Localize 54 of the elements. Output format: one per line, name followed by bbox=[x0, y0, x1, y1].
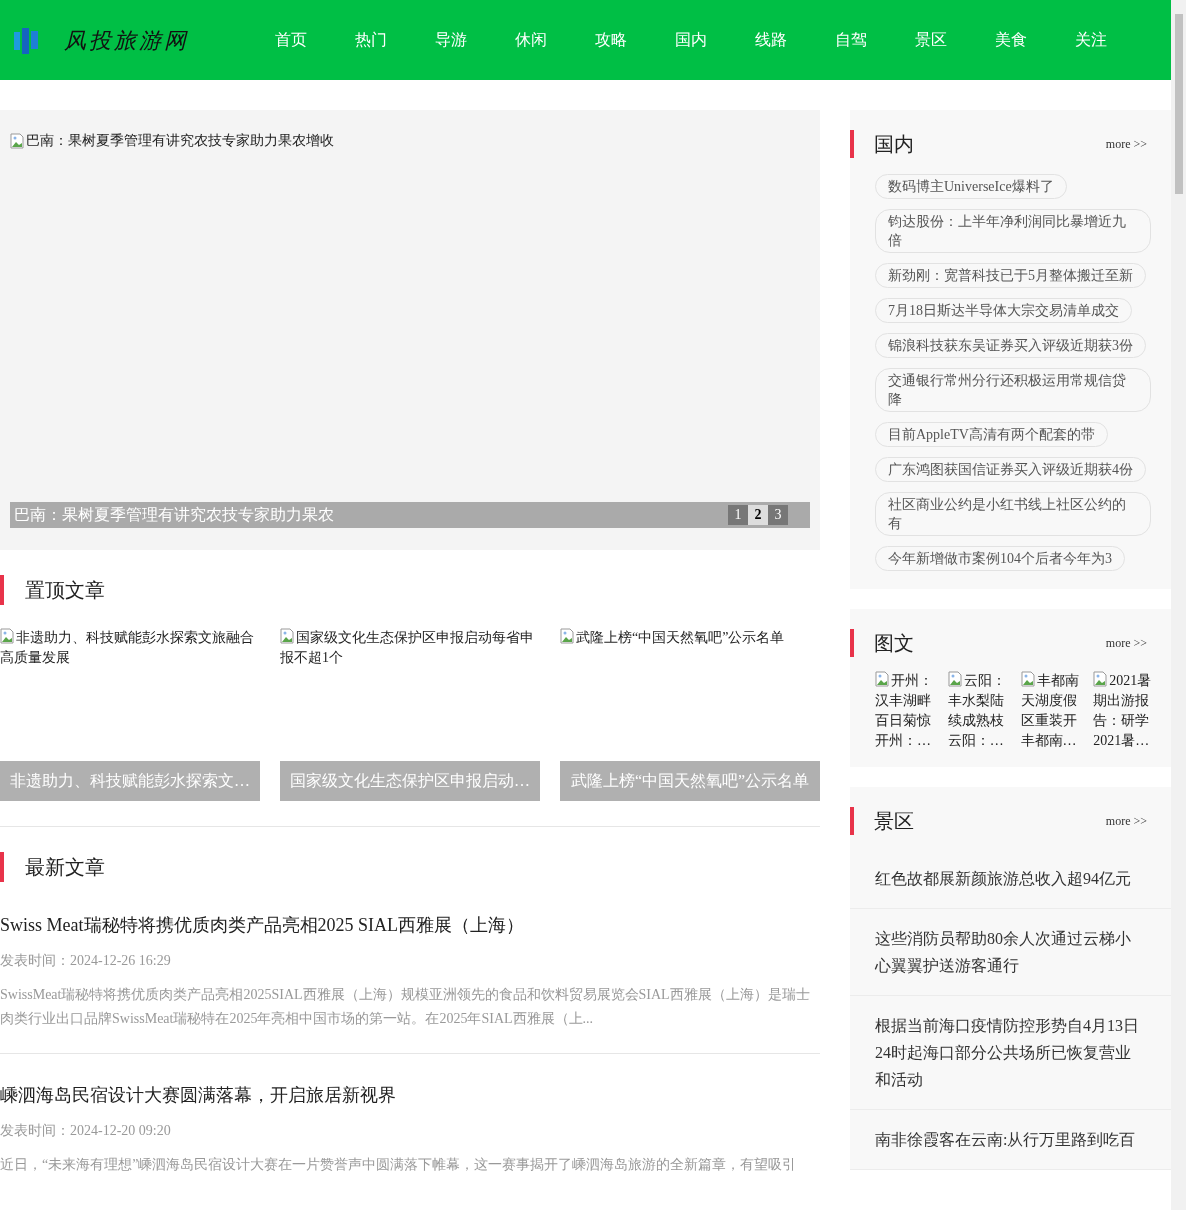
broken-image-icon bbox=[560, 628, 576, 644]
heading-marker bbox=[850, 807, 854, 835]
article-summary: 近日，“未来海有理想”嵊泗海岛民宿设计大赛在一片赞誉声中圆满落下帷幕，这一赛事揭开了嵊泗海岛旅游的全新篇章，有望吸引 bbox=[0, 1156, 798, 1174]
scrollbar[interactable] bbox=[1171, 0, 1186, 1210]
panel-heading: 国内 bbox=[874, 132, 915, 157]
broken-image-icon bbox=[280, 628, 296, 644]
slider-caption: 巴南：果树夏季管理有讲究农技专家助力果农 bbox=[14, 505, 334, 525]
broken-image-alt: 2021暑期出游报告：研学 bbox=[1093, 671, 1153, 730]
gallery-caption[interactable]: 开州：… bbox=[875, 731, 935, 751]
scenic-link[interactable]: 南非徐霞客在云南:从行万里路到吃百 bbox=[875, 1126, 1146, 1153]
scrollbar-thumb[interactable] bbox=[1174, 14, 1183, 194]
broken-image-icon bbox=[875, 671, 891, 687]
logo-icon bbox=[14, 26, 38, 54]
tag-pill[interactable]: 社区商业公约是小红书线上社区公约的有 bbox=[875, 492, 1151, 536]
more-link[interactable]: more >> bbox=[1105, 634, 1147, 652]
slider-page-button[interactable]: 2 bbox=[748, 505, 768, 525]
tag-pill[interactable]: 交通银行常州分行还积极运用常规信贷降 bbox=[875, 368, 1151, 412]
broken-image-alt: 开州：汉丰湖畔百日菊惊 bbox=[875, 671, 934, 730]
slider-page-button[interactable]: 3 bbox=[768, 505, 788, 525]
broken-image-alt: 云阳：丰水梨陆续成熟枝 bbox=[947, 671, 1007, 730]
scenic-link[interactable]: 红色故都展新颜旅游总收入超94亿元 bbox=[875, 865, 1146, 892]
more-link[interactable]: more >> bbox=[1105, 135, 1147, 153]
heading-marker bbox=[850, 629, 854, 657]
gallery-caption[interactable]: 2021暑… bbox=[1093, 731, 1153, 751]
more-link[interactable]: more >> bbox=[1105, 812, 1147, 830]
heading-marker bbox=[0, 852, 4, 882]
broken-image-icon bbox=[947, 671, 964, 687]
broken-image-icon bbox=[10, 132, 26, 149]
broken-image-icon bbox=[1093, 671, 1110, 687]
article-title[interactable]: Swiss Meat瑞秘特将携优质肉类产品亮相2025 SIAL西雅展（上海） bbox=[0, 912, 820, 938]
site-logo[interactable]: 风投旅游网 bbox=[64, 23, 189, 57]
broken-image-alt: 武隆上榜“中国天然氧吧”公示名单 bbox=[560, 628, 820, 648]
gallery-caption[interactable]: 丰都南… bbox=[1020, 731, 1081, 751]
section-heading: 置顶文章 bbox=[25, 578, 105, 603]
broken-image-icon bbox=[1020, 671, 1037, 687]
broken-image-icon bbox=[0, 628, 16, 644]
scenic-link[interactable]: 这些消防员帮助80余人次通过云梯小心翼翼护送游客通行 bbox=[875, 925, 1146, 979]
heading-marker bbox=[0, 575, 4, 605]
panel-heading: 图文 bbox=[874, 631, 915, 656]
broken-image-alt: 巴南：果树夏季管理有讲究农技专家助力果农增收 bbox=[10, 130, 334, 151]
article-title[interactable]: 嵊泗海岛民宿设计大赛圆满落幕，开启旅居新视界 bbox=[0, 1082, 820, 1108]
gallery-caption[interactable]: 云阳：… bbox=[947, 731, 1008, 751]
broken-image-alt: 非遗助力、科技赋能彭水探索文旅融合高质量发展 bbox=[0, 628, 255, 667]
tag-pill[interactable]: 钧达股份：上半年净利润同比暴增近九倍 bbox=[875, 209, 1151, 253]
scenic-link[interactable]: 根据当前海口疫情防控形势自4月13日24时起海口部分公共场所已恢复营业和活动 bbox=[875, 1012, 1146, 1093]
broken-image-alt: 国家级文化生态保护区申报启动每省申报不超1个 bbox=[280, 628, 535, 667]
panel-heading: 景区 bbox=[874, 809, 915, 834]
article-date: 发表时间：2024-12-20 09:20 bbox=[0, 1122, 172, 1140]
broken-image-alt: 丰都南天湖度假区重装开 bbox=[1020, 671, 1080, 730]
heading-marker bbox=[850, 130, 854, 158]
article-summary: SwissMeat瑞秘特将携优质肉类产品亮相2025SIAL西雅展（上海）规模亚洲领先的食品和饮料贸易展览会SIAL西雅展（上海）是瑞士肉类行业出口品牌SwissMeat瑞秘特在2025年亮相中国市场的第一站。在2025年SIAL西雅展（上... bbox=[0, 986, 811, 1028]
slider-page-button[interactable]: 1 bbox=[728, 505, 748, 525]
section-heading: 最新文章 bbox=[25, 855, 105, 880]
article-date: 发表时间：2024-12-26 16:29 bbox=[0, 952, 172, 970]
